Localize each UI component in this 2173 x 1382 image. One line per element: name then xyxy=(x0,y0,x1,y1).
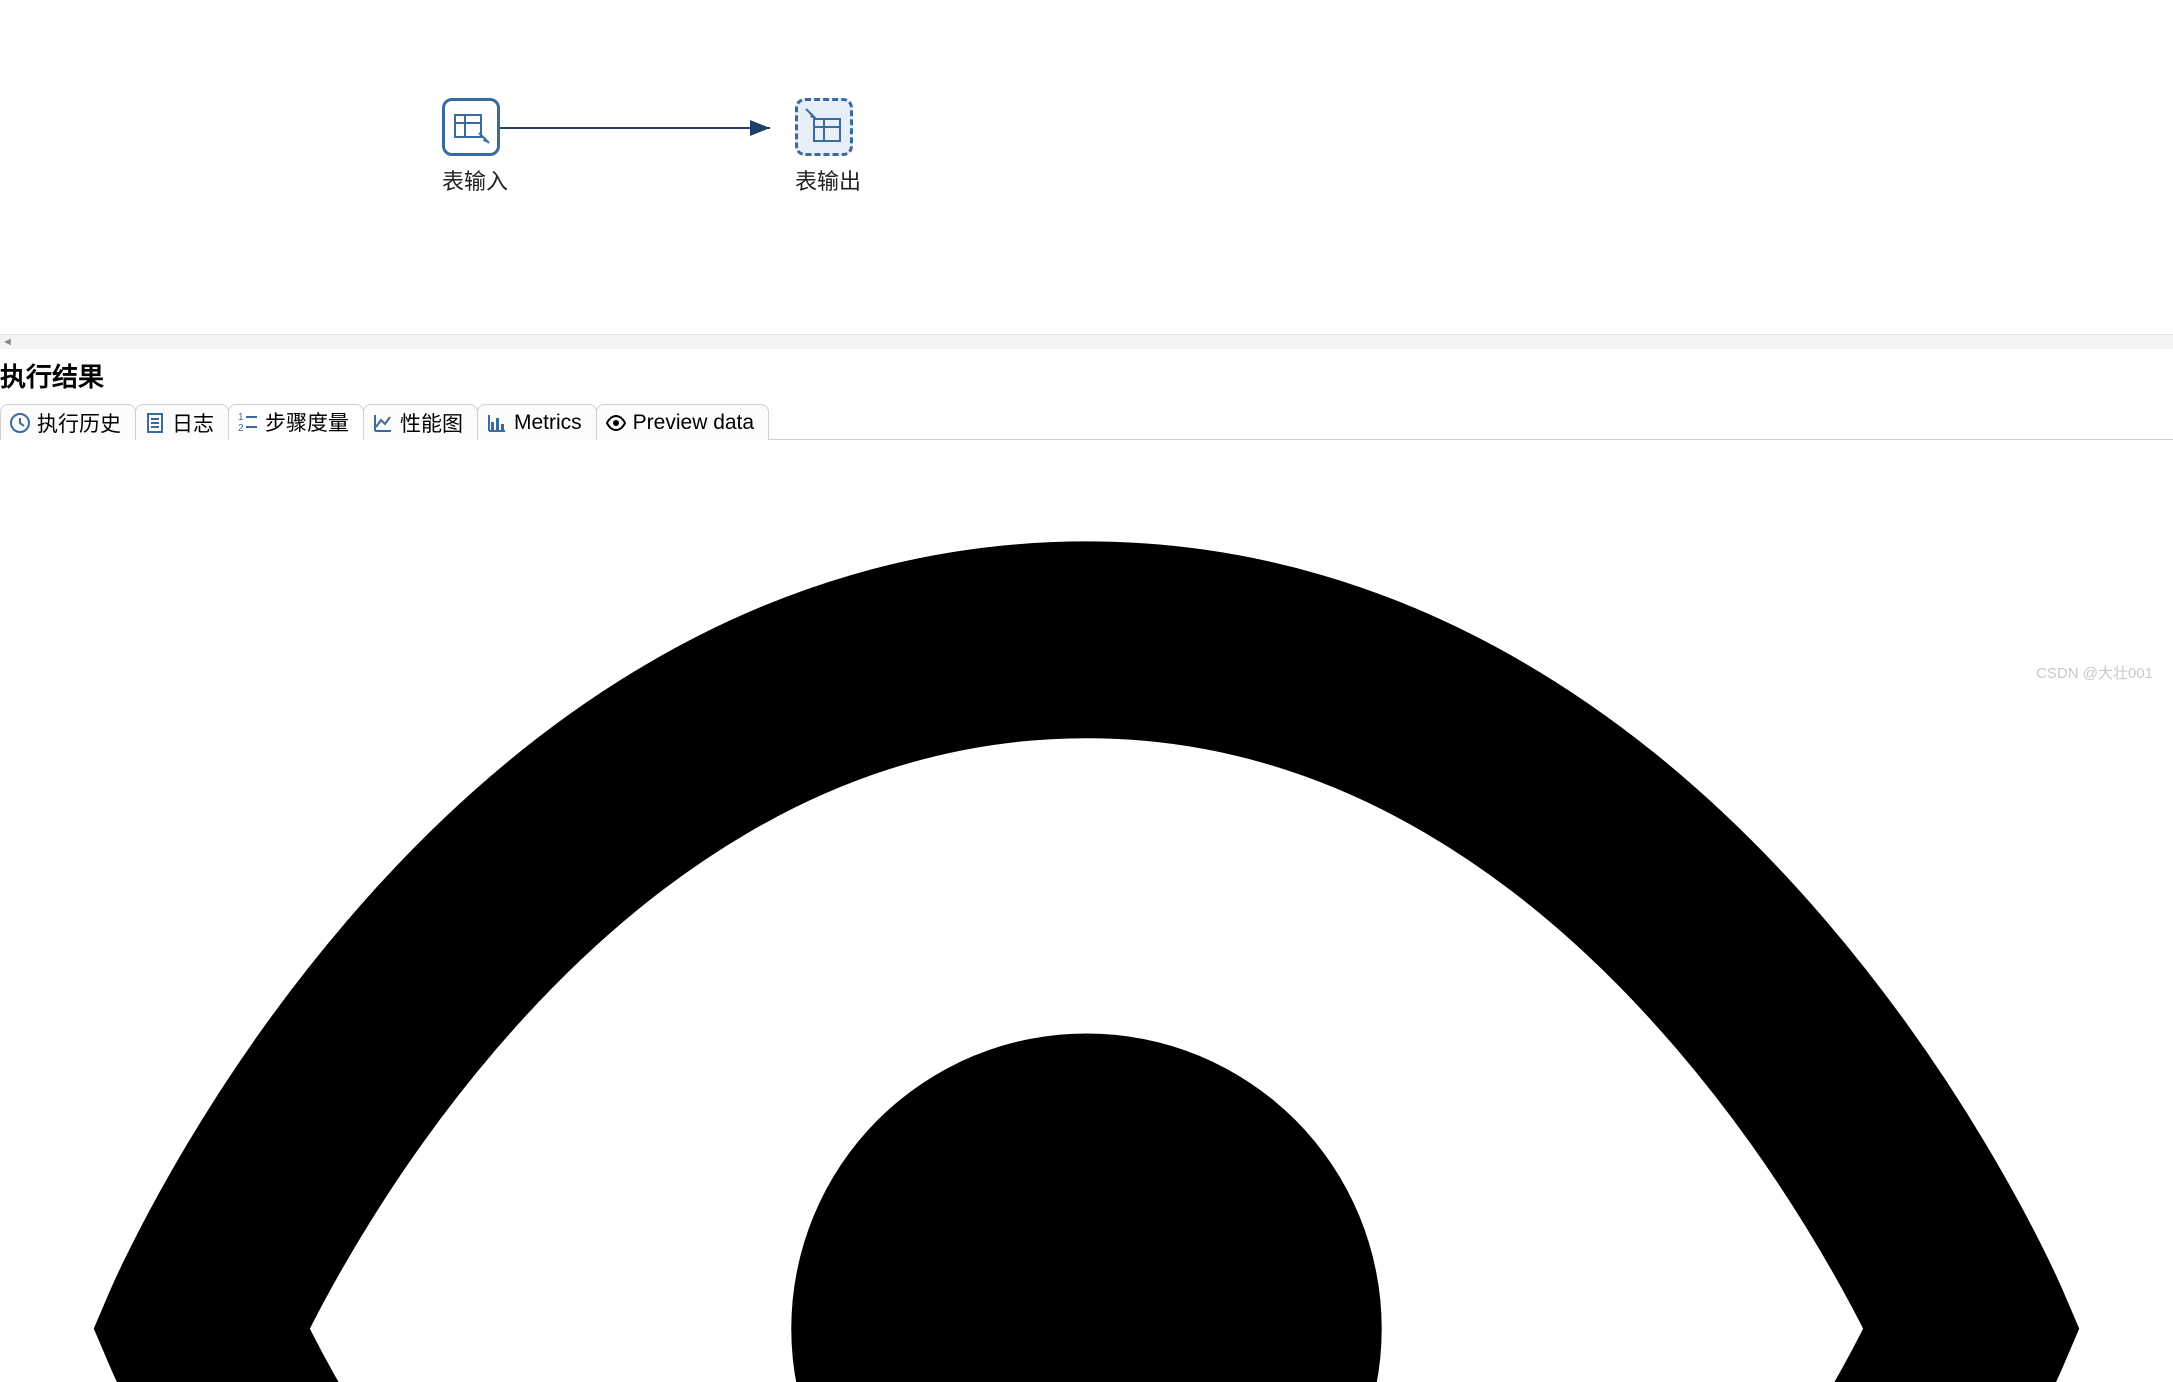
chart-line-icon xyxy=(372,412,394,434)
tab-step-metrics[interactable]: 1 2 步骤度量 xyxy=(228,404,364,440)
horizontal-scrollbar[interactable]: ◄ xyxy=(0,334,2173,349)
tab-label: Metrics xyxy=(514,411,582,435)
watermark: CSDN @大壮001 xyxy=(2036,662,2153,683)
node-label: 表输入 xyxy=(442,164,508,196)
clock-icon xyxy=(9,412,31,434)
tab-history[interactable]: 执行历史 xyxy=(0,404,136,440)
eye-icon xyxy=(605,412,627,434)
document-icon xyxy=(144,412,166,434)
chart-bar-icon xyxy=(486,412,508,434)
tab-label: Preview data xyxy=(633,411,754,435)
results-title: 执行结果 xyxy=(0,349,2173,402)
tab-metrics[interactable]: Metrics xyxy=(477,404,597,440)
node-table-input[interactable]: 表输入 xyxy=(442,98,508,196)
tab-perf[interactable]: 性能图 xyxy=(363,404,478,440)
hop-arrow[interactable] xyxy=(500,113,790,143)
svg-text:1: 1 xyxy=(238,412,244,423)
table-input-icon xyxy=(451,107,491,147)
list-numbered-icon: 1 2 xyxy=(237,411,259,433)
svg-text:2: 2 xyxy=(238,423,244,433)
tab-log[interactable]: 日志 xyxy=(135,404,229,440)
node-label: 表输出 xyxy=(795,164,861,196)
scroll-left-icon[interactable]: ◄ xyxy=(0,335,15,350)
canvas-area[interactable]: 表输入 表输出 xyxy=(0,0,2173,334)
table-output-icon xyxy=(804,107,844,147)
tab-label: 执行历史 xyxy=(37,408,121,438)
tab-label: 性能图 xyxy=(400,408,463,438)
toolbar-row xyxy=(0,440,2173,1382)
tab-label: 步骤度量 xyxy=(265,407,349,437)
node-table-output[interactable]: 表输出 xyxy=(795,98,861,196)
tab-label: 日志 xyxy=(172,408,214,438)
results-tabs: 执行历史 日志 1 2 步骤度量 性能图 Metrics xyxy=(0,402,2173,440)
tab-preview-data[interactable]: Preview data xyxy=(596,404,769,440)
